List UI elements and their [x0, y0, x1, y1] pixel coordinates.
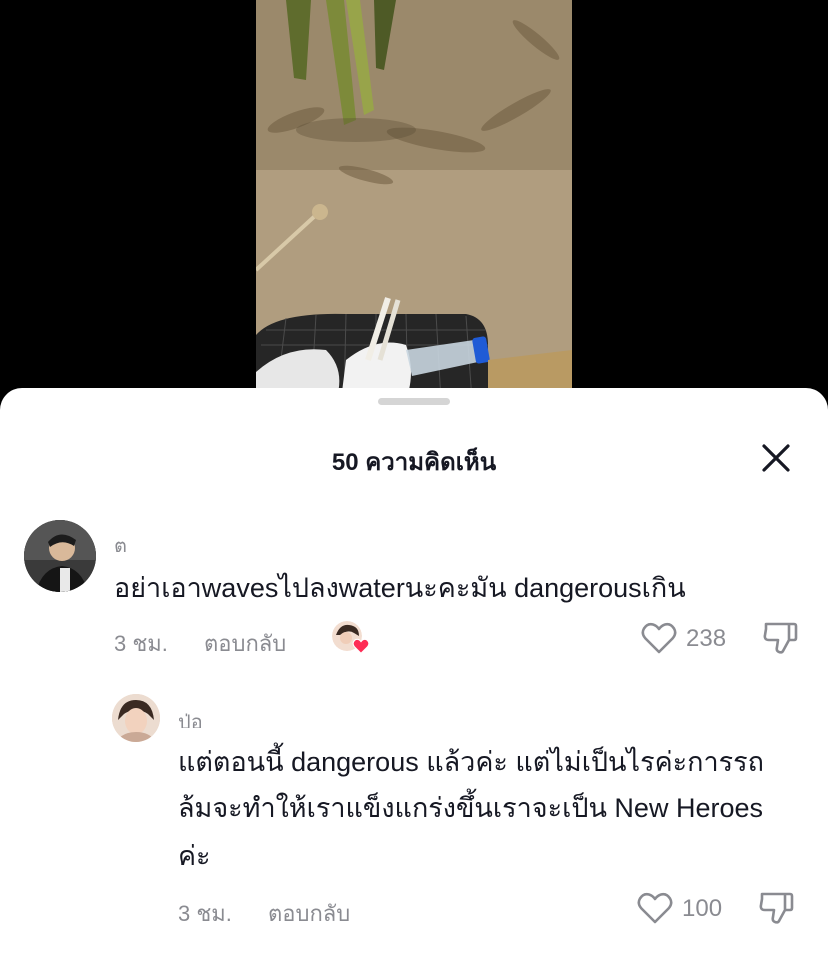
- heart-outline-icon: [637, 892, 673, 924]
- comments-sheet: 50 ความคิดเห็น ต อย่าเอาwavesไปลงwaterนะ…: [0, 388, 828, 964]
- close-icon: [762, 444, 790, 472]
- video-frame: [256, 0, 572, 400]
- user-avatar-image: [112, 694, 160, 742]
- dislike-button[interactable]: [756, 888, 796, 928]
- comment-timestamp: 3 ชม.: [178, 901, 232, 926]
- creator-liked-heart-icon: [352, 638, 370, 654]
- like-button[interactable]: [640, 620, 678, 656]
- like-count: 238: [686, 625, 727, 652]
- close-button[interactable]: [758, 440, 794, 476]
- comment-text-line-2: ล้มจะทำให้เราแข็งแกร่งขึ้นเราจะเป็น New …: [178, 793, 763, 823]
- sheet-drag-handle[interactable]: [378, 398, 450, 405]
- comment-username[interactable]: ป่อ: [178, 706, 228, 728]
- comment-text-line-3: ค่ะ: [178, 841, 211, 871]
- like-count: 100: [682, 895, 723, 922]
- comment-text: อย่าเอาwavesไปลงwaterนะคะมัน dangerousเก…: [114, 573, 686, 603]
- thumbs-down-icon: [759, 892, 794, 924]
- reply-button[interactable]: ตอบกลับ: [204, 626, 286, 661]
- avatar[interactable]: [24, 520, 96, 592]
- thumbs-down-icon: [763, 622, 798, 654]
- comment-text-line-1: แต่ตอนนี้ dangerous แล้วค่ะ แต่ไม่เป็นไร…: [178, 747, 765, 777]
- reply-button[interactable]: ตอบกลับ: [268, 896, 350, 931]
- user-avatar-image: [24, 520, 96, 592]
- comment-timestamp: 3 ชม.: [114, 631, 168, 656]
- like-button[interactable]: [636, 890, 674, 926]
- comments-count-title: 50 ความคิดเห็น: [331, 449, 497, 476]
- video-thumbnail-image: [256, 0, 572, 400]
- heart-outline-icon: [641, 622, 677, 654]
- video-player[interactable]: [0, 0, 828, 400]
- comment-username[interactable]: ต: [114, 530, 154, 552]
- dislike-button[interactable]: [760, 618, 800, 658]
- avatar[interactable]: [112, 694, 160, 742]
